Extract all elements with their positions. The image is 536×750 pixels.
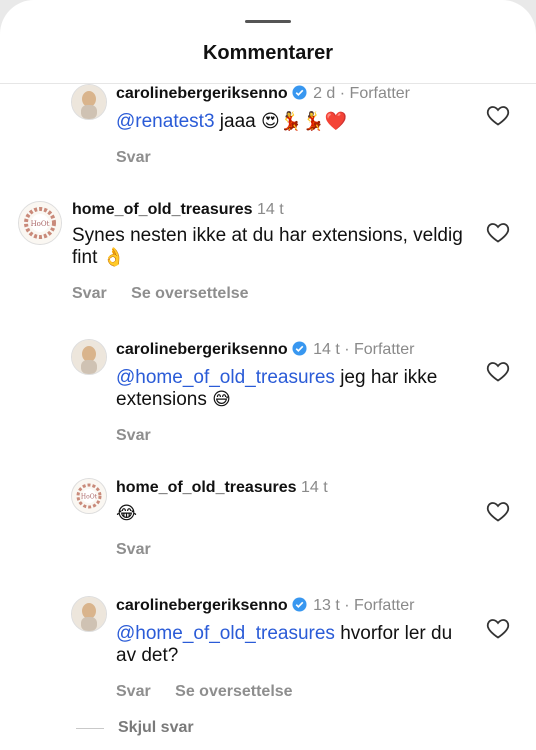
heart-outline-icon[interactable] bbox=[486, 500, 510, 522]
heart-outline-icon[interactable] bbox=[486, 221, 510, 243]
hide-replies-button[interactable]: Skjul svar bbox=[76, 719, 194, 737]
timestamp: 13 t bbox=[313, 597, 340, 614]
timestamp: 14 t bbox=[313, 341, 340, 358]
drag-handle[interactable] bbox=[245, 20, 291, 23]
comment-emoji: 👌 bbox=[102, 247, 126, 268]
author-tag: Forfatter bbox=[353, 341, 415, 358]
reply-button[interactable]: Svar bbox=[116, 149, 151, 166]
avatar[interactable] bbox=[71, 596, 107, 632]
see-translation-button[interactable]: Se oversettelse bbox=[131, 285, 248, 302]
username[interactable]: carolinebergeriksenno bbox=[116, 85, 288, 102]
svg-text:HoOt: HoOt bbox=[31, 220, 50, 228]
avatar-wreath-icon: HoOt bbox=[19, 202, 61, 244]
thread-line bbox=[76, 727, 104, 729]
see-translation-button[interactable]: Se oversettelse bbox=[175, 683, 292, 700]
avatar-wreath-icon: HoOt bbox=[72, 479, 106, 513]
heart-outline-icon[interactable] bbox=[486, 104, 510, 126]
verified-badge-icon bbox=[292, 85, 307, 106]
mention-link[interactable]: @home_of_old_treasures bbox=[116, 367, 335, 388]
timestamp: 2 d bbox=[313, 85, 336, 102]
username[interactable]: carolinebergeriksenno bbox=[116, 597, 288, 614]
reply-button[interactable]: Svar bbox=[116, 427, 151, 444]
comment-emoji: 😅 bbox=[212, 389, 231, 410]
username[interactable]: carolinebergeriksenno bbox=[116, 341, 288, 358]
username[interactable]: home_of_old_treasures bbox=[72, 201, 253, 218]
verified-badge-icon bbox=[292, 597, 307, 618]
avatar-photo-icon bbox=[72, 340, 106, 374]
timestamp: 14 t bbox=[300, 479, 328, 496]
reply-button[interactable]: Svar bbox=[116, 541, 151, 558]
reply-button[interactable]: Svar bbox=[72, 285, 107, 302]
page-title: Kommentarer bbox=[202, 42, 334, 64]
avatar[interactable]: HoOt bbox=[18, 201, 62, 245]
comments-sheet: Kommentarer carolinebergeriksenno 2 d · … bbox=[0, 0, 536, 750]
avatar-photo-icon bbox=[72, 597, 106, 631]
avatar-photo-icon bbox=[72, 85, 106, 119]
comment-text: jaaa bbox=[214, 111, 261, 132]
verified-badge-icon bbox=[292, 341, 307, 362]
mention-link[interactable]: @home_of_old_treasures bbox=[116, 623, 335, 644]
comment-emoji: 😍💃💃❤️ bbox=[261, 111, 348, 132]
author-tag: Forfatter bbox=[353, 597, 415, 614]
svg-text:HoOt: HoOt bbox=[81, 494, 98, 501]
hide-replies-label: Skjul svar bbox=[118, 719, 194, 736]
mention-link[interactable]: @renatest3 bbox=[116, 111, 215, 132]
heart-outline-icon[interactable] bbox=[486, 617, 510, 639]
comment-text: Synes nesten ikke at du har extensions, … bbox=[72, 225, 463, 268]
avatar[interactable] bbox=[71, 339, 107, 375]
avatar[interactable]: HoOt bbox=[71, 478, 107, 514]
username[interactable]: home_of_old_treasures bbox=[116, 479, 297, 496]
author-tag: Forfatter bbox=[349, 85, 411, 102]
avatar[interactable] bbox=[71, 84, 107, 120]
timestamp: 14 t bbox=[256, 201, 284, 218]
reply-button[interactable]: Svar bbox=[116, 683, 151, 700]
heart-outline-icon[interactable] bbox=[486, 360, 510, 382]
comment-emoji: 😂 bbox=[116, 503, 138, 524]
